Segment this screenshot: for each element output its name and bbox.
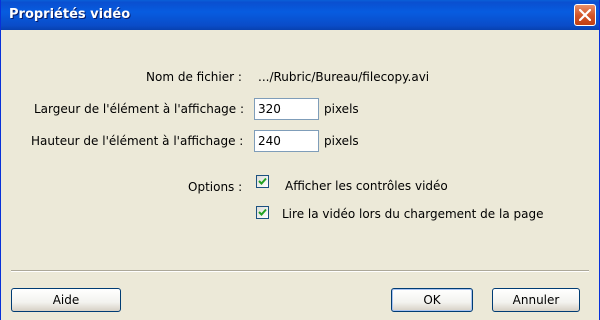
width-unit: pixels bbox=[324, 102, 359, 116]
show-controls-checkbox[interactable] bbox=[256, 175, 269, 188]
autoplay-label[interactable]: Lire la vidéo lors du chargement de la p… bbox=[282, 207, 543, 221]
dialog-body: Nom de fichier : .../Rubric/Bureau/filec… bbox=[1, 30, 599, 320]
height-unit: pixels bbox=[324, 134, 359, 148]
title-bar[interactable]: Propriétés vidéo bbox=[1, 0, 599, 30]
cancel-button[interactable]: Annuler bbox=[492, 288, 580, 312]
video-properties-dialog: Propriétés vidéo Nom de fichier : .../Ru… bbox=[0, 0, 600, 320]
close-icon bbox=[579, 9, 591, 21]
ok-button[interactable]: OK bbox=[391, 288, 473, 312]
checkmark-icon bbox=[258, 177, 267, 185]
height-input[interactable]: 240 bbox=[254, 130, 319, 152]
filename-value: .../Rubric/Bureau/filecopy.avi bbox=[258, 70, 430, 84]
autoplay-checkbox[interactable] bbox=[256, 206, 269, 219]
dialog-title: Propriétés vidéo bbox=[9, 7, 131, 22]
width-label: Largeur de l'élément à l'affichage : bbox=[34, 102, 245, 116]
width-input[interactable]: 320 bbox=[254, 98, 319, 120]
options-label: Options : bbox=[188, 180, 243, 194]
height-label: Hauteur de l'élément à l'affichage : bbox=[31, 134, 244, 148]
close-button[interactable] bbox=[574, 4, 596, 26]
separator bbox=[11, 270, 589, 272]
filename-label: Nom de fichier : bbox=[146, 70, 242, 84]
show-controls-label[interactable]: Afficher les contrôles vidéo bbox=[285, 179, 448, 193]
help-button[interactable]: Aide bbox=[11, 288, 121, 312]
checkmark-icon bbox=[258, 208, 267, 216]
